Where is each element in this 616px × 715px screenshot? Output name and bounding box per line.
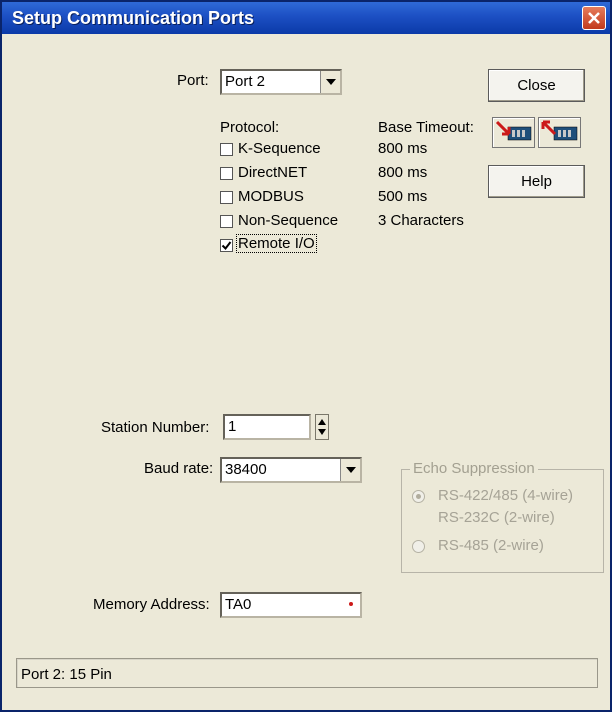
k-sequence-checkbox[interactable]	[220, 143, 233, 156]
rs485-label: RS-485 (2-wire)	[438, 537, 544, 554]
non-sequence-label: Non-Sequence	[238, 212, 339, 229]
station-number-label: Station Number:	[101, 419, 210, 436]
rs485-radio[interactable]	[412, 540, 425, 553]
non-sequence-checkbox[interactable]	[220, 215, 233, 228]
directnet-checkbox[interactable]	[220, 167, 233, 180]
spinner-arrows-icon	[318, 419, 326, 435]
modbus-checkbox[interactable]	[220, 191, 233, 204]
rs232c-label: RS-232C (2-wire)	[438, 509, 555, 526]
non-sequence-timeout: 3 Characters	[378, 212, 464, 229]
modbus-timeout: 500 ms	[378, 188, 428, 205]
rs422-485-radio[interactable]	[412, 490, 425, 503]
memory-address-value: TA0	[225, 596, 252, 613]
directnet-label: DirectNET	[238, 164, 308, 181]
chevron-down-icon	[346, 467, 356, 473]
baud-rate-label: Baud rate:	[144, 460, 214, 477]
close-icon	[588, 12, 600, 24]
k-sequence-label: K-Sequence	[238, 140, 321, 157]
setup-communication-ports-dialog: Setup Communication Ports Port: Port 2 C…	[0, 0, 612, 712]
status-bar: Port 2: 15 Pin	[16, 658, 598, 688]
directnet-timeout: 800 ms	[378, 164, 428, 181]
window-close-button[interactable]	[582, 6, 606, 30]
plc-read-icon	[541, 120, 578, 141]
station-number-spinner[interactable]	[315, 414, 329, 440]
memory-address-input[interactable]: TA0	[220, 592, 362, 618]
station-number-input[interactable]: 1	[223, 414, 311, 440]
port-select-value: Port 2	[225, 73, 266, 90]
port-label: Port:	[177, 72, 209, 89]
title-bar[interactable]: Setup Communication Ports	[2, 2, 610, 34]
port-dropdown-button[interactable]	[320, 71, 340, 93]
baud-rate-select[interactable]: 38400	[220, 457, 362, 483]
memory-address-label: Memory Address:	[93, 596, 210, 613]
baud-rate-value: 38400	[225, 461, 267, 478]
station-number-value: 1	[228, 418, 237, 435]
plc-write-icon	[495, 120, 532, 141]
rs422-485-label: RS-422/485 (4-wire)	[438, 487, 574, 504]
chevron-down-icon	[326, 79, 336, 85]
echo-suppression-legend: Echo Suppression	[410, 460, 538, 477]
base-timeout-header: Base Timeout:	[378, 119, 474, 136]
status-text: Port 2: 15 Pin	[21, 666, 112, 683]
radio-selected-dot	[416, 494, 421, 499]
read-from-plc-button[interactable]	[538, 117, 581, 148]
remote-io-checkbox[interactable]	[220, 239, 233, 252]
remote-io-label: Remote I/O	[236, 234, 317, 253]
check-icon	[221, 241, 232, 251]
echo-suppression-group: Echo Suppression RS-422/485 (4-wire) RS-…	[401, 460, 604, 573]
close-button[interactable]: Close	[488, 69, 585, 102]
k-sequence-timeout: 800 ms	[378, 140, 428, 157]
help-button[interactable]: Help	[488, 165, 585, 198]
window-title: Setup Communication Ports	[12, 8, 255, 28]
required-indicator-icon	[349, 602, 353, 606]
modbus-label: MODBUS	[238, 188, 304, 205]
port-select[interactable]: Port 2	[220, 69, 342, 95]
protocol-header: Protocol:	[220, 119, 280, 136]
baud-rate-dropdown-button[interactable]	[340, 459, 360, 481]
write-to-plc-button[interactable]	[492, 117, 535, 148]
